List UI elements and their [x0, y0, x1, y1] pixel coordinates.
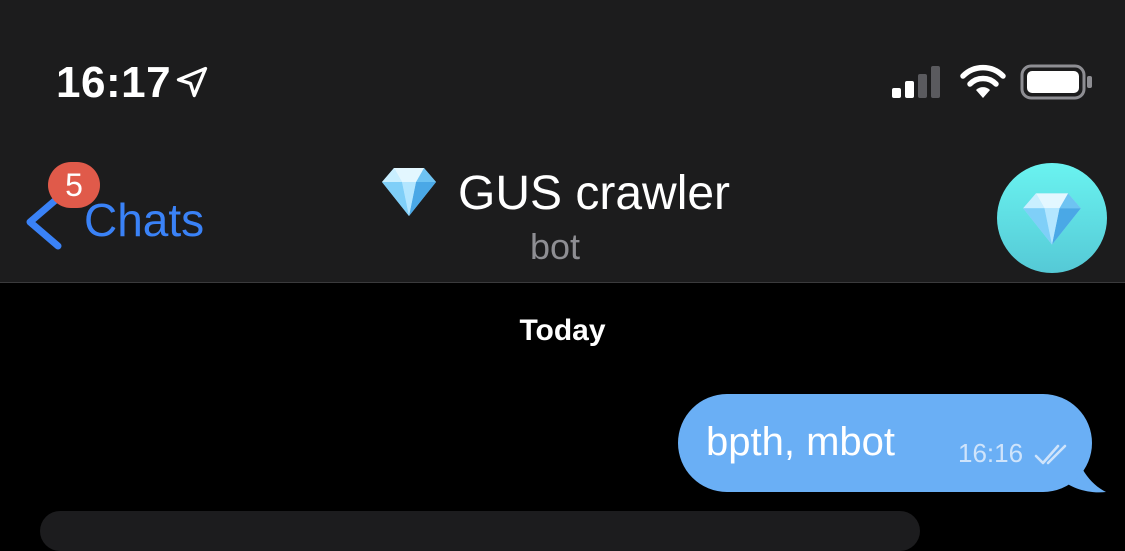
avatar[interactable]: [997, 163, 1107, 273]
incoming-message-partial[interactable]: [40, 511, 920, 551]
chat-subtitle: bot: [530, 226, 581, 267]
outgoing-message[interactable]: bpth, mbot 16:16: [678, 394, 1092, 492]
message-text: bpth, mbot: [706, 420, 896, 464]
back-button[interactable]: Chats 5: [20, 160, 240, 260]
back-label: Chats: [84, 194, 205, 246]
top-bar: 16:17 Chats 5 GUS crawler bot: [0, 0, 1125, 283]
double-check-icon: [1034, 444, 1067, 465]
chat-title: GUS crawler: [458, 167, 731, 220]
message-time: 16:16: [958, 438, 1024, 468]
status-time: 16:17: [56, 58, 172, 107]
gem-icon: [1023, 193, 1081, 245]
unread-badge: 5: [48, 162, 100, 208]
cellular-signal-icon: [892, 66, 940, 98]
chat-header[interactable]: GUS crawler bot: [380, 160, 780, 270]
location-arrow-icon: [176, 66, 208, 98]
battery-icon: [1020, 64, 1092, 100]
date-separator: Today: [519, 314, 606, 347]
gem-icon: [382, 168, 436, 216]
wifi-icon: [960, 64, 1006, 98]
